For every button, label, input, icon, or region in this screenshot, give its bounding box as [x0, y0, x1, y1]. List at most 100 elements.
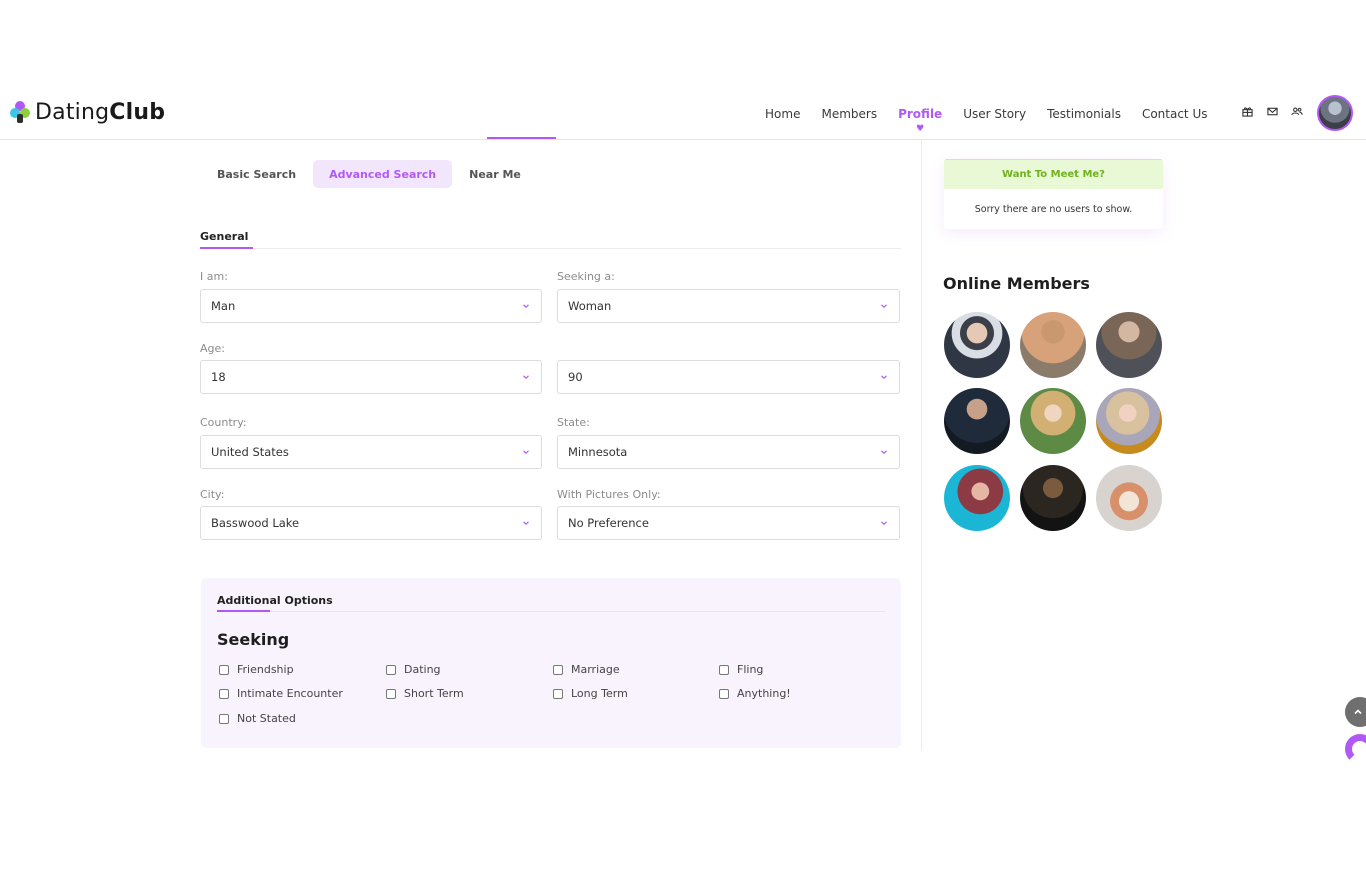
- state-value: Minnesota: [568, 445, 628, 459]
- online-member-avatar[interactable]: [944, 465, 1010, 531]
- seeking-a-select[interactable]: Woman: [557, 289, 900, 323]
- chevron-down-icon: [881, 304, 887, 309]
- logo-icon: [10, 101, 30, 123]
- online-member-avatar[interactable]: [1096, 465, 1162, 531]
- checkbox-short-term[interactable]: Short Term: [386, 687, 464, 700]
- tab-advanced-search[interactable]: Advanced Search: [313, 160, 453, 188]
- header-actions: [1240, 104, 1304, 118]
- checkbox-box[interactable]: [386, 664, 396, 675]
- top-header: DatingClub Home Members Profile ♥ User St…: [0, 88, 1366, 140]
- state-label: State:: [557, 416, 590, 429]
- nav-profile[interactable]: Profile ♥: [888, 107, 953, 134]
- nav-testimonials[interactable]: Testimonials: [1037, 107, 1132, 121]
- chevron-down-icon: [523, 375, 529, 380]
- checkbox-intimate-encounter[interactable]: Intimate Encounter: [219, 687, 343, 700]
- checkbox-label: Marriage: [571, 663, 620, 676]
- brand-logo[interactable]: DatingClub: [10, 98, 165, 126]
- checkbox-anything[interactable]: Anything!: [719, 687, 791, 700]
- checkbox-label: Long Term: [571, 687, 628, 700]
- checkbox-marriage[interactable]: Marriage: [553, 663, 620, 676]
- general-title: General: [200, 230, 249, 243]
- checkbox-long-term[interactable]: Long Term: [553, 687, 628, 700]
- pictures-value: No Preference: [568, 516, 649, 530]
- checkbox-box[interactable]: [719, 688, 729, 699]
- checkbox-box[interactable]: [219, 664, 229, 675]
- general-divider: [200, 248, 901, 249]
- age-max-value: 90: [568, 370, 583, 384]
- online-member-avatar[interactable]: [944, 388, 1010, 454]
- online-member-avatar[interactable]: [1020, 388, 1086, 454]
- want-to-meet-title: Want To Meet Me?: [944, 159, 1163, 189]
- age-label: Age:: [200, 342, 225, 355]
- brand-name: DatingClub: [35, 99, 166, 125]
- heart-icon: ♥: [916, 124, 925, 134]
- checkbox-box[interactable]: [553, 688, 563, 699]
- chevron-down-icon: [523, 521, 529, 526]
- chevron-up-icon: [1354, 709, 1362, 715]
- general-accent: [200, 247, 253, 249]
- checkbox-label: Anything!: [737, 687, 791, 700]
- pictures-label: With Pictures Only:: [557, 488, 661, 501]
- checkbox-box[interactable]: [219, 713, 229, 724]
- main-nav: Home Members Profile ♥ User Story Testimo…: [755, 88, 1218, 140]
- online-member-avatar[interactable]: [944, 312, 1010, 378]
- country-label: Country:: [200, 416, 247, 429]
- chevron-down-icon: [881, 375, 887, 380]
- want-to-meet-empty: Sorry there are no users to show.: [974, 203, 1133, 215]
- checkbox-not-stated[interactable]: Not Stated: [219, 712, 296, 725]
- checkbox-dating[interactable]: Dating: [386, 663, 441, 676]
- checkbox-fling[interactable]: Fling: [719, 663, 763, 676]
- checkbox-box[interactable]: [386, 688, 396, 699]
- mail-icon[interactable]: [1265, 104, 1279, 118]
- seeking-heading: Seeking: [217, 630, 290, 649]
- user-avatar[interactable]: [1317, 95, 1353, 131]
- seeking-a-label: Seeking a:: [557, 270, 615, 283]
- checkbox-label: Intimate Encounter: [237, 687, 343, 700]
- checkbox-label: Not Stated: [237, 712, 296, 725]
- checkbox-friendship[interactable]: Friendship: [219, 663, 294, 676]
- age-min-select[interactable]: 18: [200, 360, 542, 394]
- city-select[interactable]: Basswood Lake: [200, 506, 542, 540]
- age-max-select[interactable]: 90: [557, 360, 900, 394]
- sidebar-divider: [921, 140, 922, 750]
- pictures-select[interactable]: No Preference: [557, 506, 900, 540]
- nav-user-story[interactable]: User Story: [953, 107, 1037, 121]
- checkbox-label: Short Term: [404, 687, 464, 700]
- tab-basic-search[interactable]: Basic Search: [201, 160, 312, 188]
- chevron-down-icon: [881, 450, 887, 455]
- header-accent-line: [487, 137, 556, 139]
- chevron-down-icon: [523, 304, 529, 309]
- additional-divider: [217, 611, 885, 612]
- online-member-avatar[interactable]: [1020, 312, 1086, 378]
- online-members-title: Online Members: [943, 274, 1090, 293]
- i-am-label: I am:: [200, 270, 228, 283]
- nav-contact-us[interactable]: Contact Us: [1131, 107, 1218, 121]
- tab-near-me[interactable]: Near Me: [453, 160, 537, 188]
- chevron-down-icon: [881, 521, 887, 526]
- online-member-avatar[interactable]: [1096, 388, 1162, 454]
- chat-widget-button[interactable]: [1345, 734, 1366, 764]
- checkbox-label: Dating: [404, 663, 441, 676]
- checkbox-box[interactable]: [219, 688, 229, 699]
- scroll-top-button[interactable]: [1345, 697, 1366, 727]
- nav-home[interactable]: Home: [755, 107, 811, 121]
- age-min-value: 18: [211, 370, 226, 384]
- additional-options-title: Additional Options: [217, 594, 333, 607]
- city-label: City:: [200, 488, 225, 501]
- online-member-avatar[interactable]: [1020, 465, 1086, 531]
- checkbox-box[interactable]: [553, 664, 563, 675]
- online-member-avatar[interactable]: [1096, 312, 1162, 378]
- state-select[interactable]: Minnesota: [557, 435, 900, 469]
- checkbox-box[interactable]: [719, 664, 729, 675]
- chevron-down-icon: [523, 450, 529, 455]
- gift-icon[interactable]: [1240, 104, 1254, 118]
- nav-members[interactable]: Members: [811, 107, 888, 121]
- i-am-value: Man: [211, 299, 236, 313]
- city-value: Basswood Lake: [211, 516, 300, 530]
- i-am-select[interactable]: Man: [200, 289, 542, 323]
- checkbox-label: Fling: [737, 663, 764, 676]
- country-select[interactable]: United States: [200, 435, 542, 469]
- checkbox-label: Friendship: [237, 663, 294, 676]
- additional-options-panel: Additional Options Seeking Friendship Da…: [201, 578, 901, 748]
- users-icon[interactable]: [1290, 104, 1304, 118]
